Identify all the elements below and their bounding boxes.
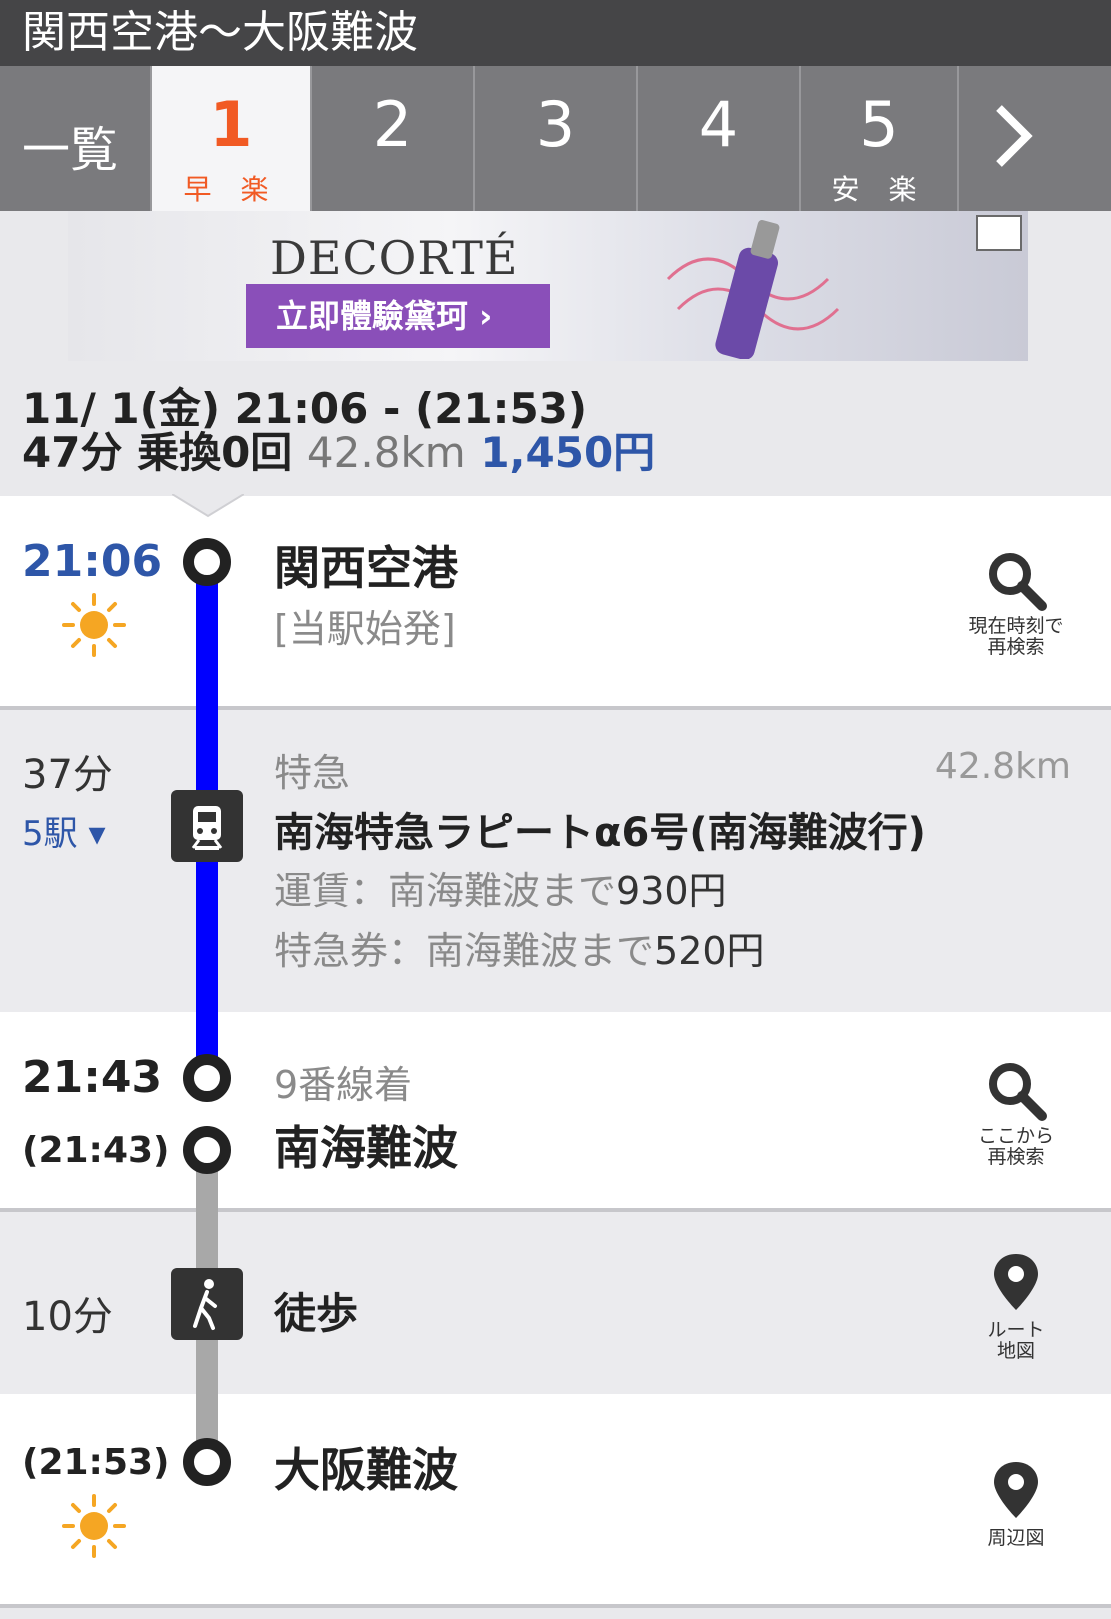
total-distance: 42.8km — [306, 428, 466, 477]
tab-number: 4 — [698, 88, 739, 161]
duration-transfers: 47分 乗換0回 — [22, 428, 293, 477]
tab-route-4[interactable]: 4 — [636, 66, 799, 211]
chevron-right-icon — [996, 105, 1033, 167]
destination-station[interactable]: 大阪難波 — [274, 1434, 458, 1500]
page-title: 関西空港〜大阪難波 — [0, 0, 1111, 66]
tab-route-1[interactable]: 1 早 楽 — [150, 66, 310, 211]
search-icon — [989, 1063, 1047, 1121]
tab-number: 2 — [372, 88, 413, 161]
train-type: 特急 — [274, 751, 351, 795]
walk-icon — [171, 1268, 243, 1340]
departure-station[interactable]: 関西空港 — [274, 532, 458, 598]
walk-section — [0, 1212, 1111, 1394]
walk-label: 徒歩 — [274, 1289, 359, 1338]
tab-route-3[interactable]: 3 — [473, 66, 636, 211]
ad-product-image — [666, 220, 840, 359]
action-label-line2: 再検索 — [987, 636, 1045, 658]
departure-time: 21:06 — [22, 536, 163, 587]
page: { "header": { "title": "関西空港〜大阪難波" }, "t… — [0, 0, 1111, 1619]
research-now-button[interactable]: 現在時刻で 再検索 — [961, 548, 1071, 658]
tab-number: 3 — [535, 88, 576, 161]
tab-badges: 早 楽 — [183, 173, 279, 206]
action-label-line1: ここから — [977, 1125, 1054, 1147]
route-summary: 47分 乗換0回 42.8km 1,450円 — [22, 430, 655, 476]
sun-icon — [62, 593, 126, 657]
adchoices-icon[interactable] — [976, 215, 1022, 251]
arrival-section — [0, 1012, 1111, 1210]
action-label-line1: ルート — [987, 1319, 1045, 1341]
ad-brand: DECORTÉ — [270, 231, 519, 285]
tab-badges: 安 楽 — [831, 173, 927, 206]
fare-line: 運賃：南海難波まで930円 — [274, 860, 727, 915]
action-label-line1: 周辺図 — [987, 1527, 1045, 1549]
express-fare-amount: 520円 — [654, 929, 765, 973]
ad-banner[interactable]: DECORTÉ 立即體驗黛珂 › — [68, 211, 1028, 361]
fare-amount: 930円 — [616, 869, 727, 913]
ad-cta-button[interactable]: 立即體驗黛珂 › — [246, 284, 550, 348]
train-icon — [171, 790, 243, 862]
area-map-button[interactable]: 周辺図 — [961, 1460, 1071, 1549]
route-tabs: 一覧 1 早 楽 2 3 4 5 安 楽 — [0, 66, 1111, 211]
arrival-station[interactable]: 南海難波 — [274, 1112, 458, 1178]
tab-list-label: 一覧 — [22, 122, 119, 178]
walk-duration: 10分 — [22, 1294, 113, 1340]
express-fare-line: 特急券：南海難波まで520円 — [274, 920, 765, 975]
arrival-time: 21:43 — [22, 1052, 163, 1103]
divider — [0, 1604, 1111, 1608]
tab-route-5[interactable]: 5 安 楽 — [799, 66, 957, 211]
destination-section — [0, 1394, 1111, 1604]
departure-note: [当駅始発] — [274, 607, 456, 651]
pointer-notch — [172, 494, 244, 518]
ride-distance: 42.8km — [934, 746, 1071, 787]
action-label-line2: 地図 — [996, 1340, 1035, 1362]
action-label-line2: 再検索 — [987, 1146, 1045, 1168]
transfer-node — [183, 1126, 231, 1174]
sun-icon — [62, 1494, 126, 1558]
tab-next[interactable] — [957, 66, 1111, 211]
fare-label: 運賃：南海難波まで — [274, 869, 617, 913]
research-from-here-button[interactable]: ここから 再検索 — [961, 1058, 1071, 1168]
route-datetime: 11/ 1(金) 21:06 - (21:53) — [22, 384, 588, 433]
search-icon — [989, 553, 1047, 611]
train-name[interactable]: 南海特急ラピートα6号(南海難波行) — [274, 800, 926, 858]
express-fare-label: 特急券：南海難波まで — [274, 929, 655, 973]
destination-time: (21:53) — [22, 1442, 170, 1483]
map-pin-icon — [994, 1462, 1038, 1518]
tab-route-2[interactable]: 2 — [310, 66, 473, 211]
departure-section — [0, 496, 1111, 706]
arrival-platform: 9番線着 — [274, 1063, 413, 1107]
arrival-node — [183, 1054, 231, 1102]
ride-duration: 37分 — [22, 752, 113, 798]
route-map-button[interactable]: ルート 地図 — [961, 1252, 1071, 1362]
tab-number: 5 — [859, 88, 899, 161]
stops-toggle[interactable]: 5駅 ▾ — [22, 806, 106, 855]
total-fare: 1,450円 — [480, 428, 656, 477]
destination-node — [183, 1438, 231, 1486]
tab-list[interactable]: 一覧 — [0, 66, 150, 211]
map-pin-icon — [994, 1254, 1038, 1310]
tab-number: 1 — [209, 88, 253, 161]
transfer-time: (21:43) — [22, 1130, 170, 1171]
departure-node — [183, 538, 231, 586]
action-label-line1: 現在時刻で — [968, 615, 1064, 637]
